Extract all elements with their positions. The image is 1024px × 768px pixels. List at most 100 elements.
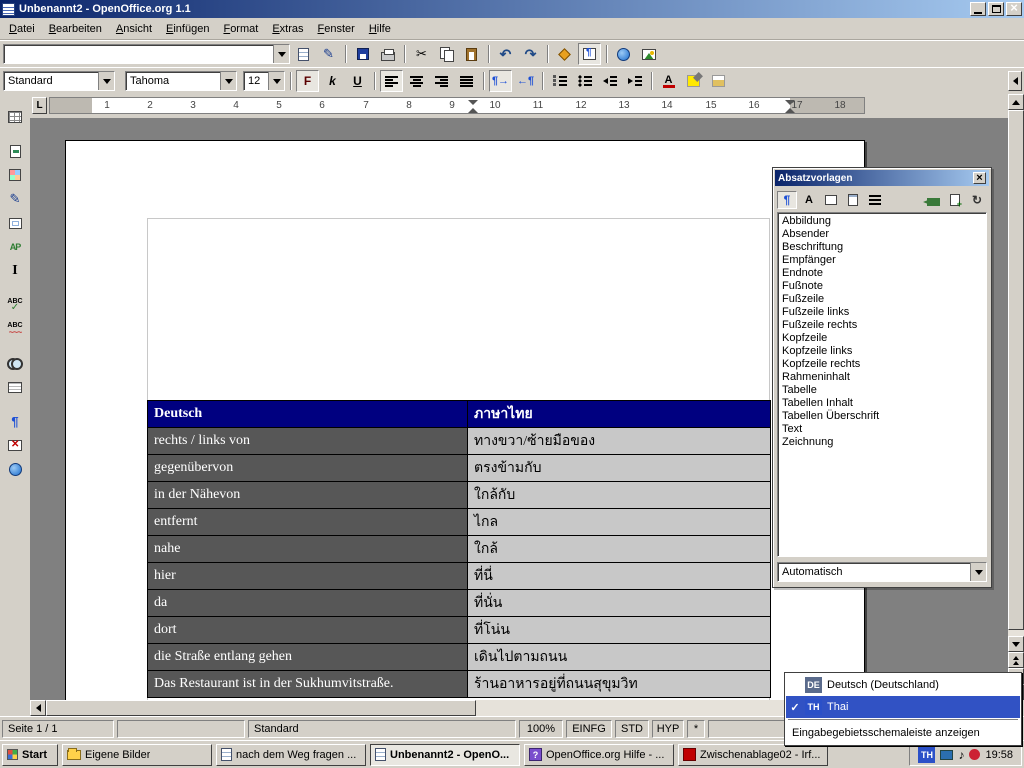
cell-de[interactable]: rechts / links von (148, 428, 468, 455)
font-name-combo[interactable]: Tahoma (125, 71, 237, 91)
graphics-on-off-button[interactable] (4, 434, 27, 456)
minimize-button[interactable] (970, 2, 986, 16)
table-row[interactable]: daที่นั่น (148, 590, 771, 617)
tab-type-button[interactable] (32, 97, 47, 114)
undo-button[interactable] (494, 43, 517, 65)
fill-format-button[interactable] (923, 191, 943, 209)
align-center-button[interactable] (405, 70, 428, 92)
right-to-left-button[interactable] (514, 70, 537, 92)
style-item[interactable]: Rahmeninhalt (779, 371, 985, 384)
url-combo-arrow[interactable] (273, 45, 289, 63)
paragraph-style-combo[interactable]: Standard (3, 71, 115, 91)
insert-fields-button[interactable] (4, 140, 27, 162)
table-row[interactable]: die Straße entlang gehenเดินไปตามถนน (148, 644, 771, 671)
start-button[interactable]: Start (2, 744, 58, 766)
stylist-titlebar[interactable]: Absatzvorlagen (775, 170, 989, 186)
cell-th[interactable]: ร้านอาหารอยู่ที่ถนนสุขุมวิท (468, 671, 771, 698)
align-right-button[interactable] (430, 70, 453, 92)
cell-th[interactable]: ทางขวา/ซ้ายมือของ (468, 428, 771, 455)
display-tray-icon[interactable] (940, 750, 953, 760)
menu-ansicht[interactable]: Ansicht (109, 20, 159, 38)
align-justify-button[interactable] (455, 70, 478, 92)
paragraph-styles-button[interactable] (777, 191, 797, 209)
taskbar-button-zwischenablage[interactable]: Zwischenablage02 - Irf... (678, 744, 828, 766)
status-selection-mode[interactable]: STD (615, 720, 649, 738)
style-item[interactable]: Beschriftung (779, 241, 985, 254)
cell-de[interactable]: da (148, 590, 468, 617)
page-styles-button[interactable] (843, 191, 863, 209)
spellcheck-button[interactable] (4, 294, 27, 316)
new-style-button[interactable] (945, 191, 965, 209)
font-name-arrow[interactable] (220, 72, 236, 90)
style-item[interactable]: Zeichnung (779, 436, 985, 449)
language-item-th[interactable]: TH Thai (786, 696, 1020, 718)
table-row[interactable]: naheใกล้ (148, 536, 771, 563)
taskbar-button-weg-fragen[interactable]: nach dem Weg fragen ... (216, 744, 366, 766)
menu-bearbeiten[interactable]: Bearbeiten (42, 20, 109, 38)
cell-de[interactable]: Das Restaurant ist in der Sukhumvitstraß… (148, 671, 468, 698)
language-indicator[interactable]: TH (918, 747, 935, 763)
scroll-left-button[interactable] (30, 700, 46, 716)
bold-button[interactable]: F (296, 70, 319, 92)
style-filter-combo[interactable]: Automatisch (777, 562, 987, 582)
menu-fenster[interactable]: Fenster (311, 20, 362, 38)
paragraph-style-value[interactable]: Standard (4, 75, 98, 87)
form-functions-button[interactable] (4, 212, 27, 234)
vertical-scrollbar[interactable] (1008, 94, 1024, 716)
save-button[interactable] (351, 43, 374, 65)
highlighting-button[interactable] (682, 70, 705, 92)
taskbar-button-eigene-bilder[interactable]: Eigene Bilder (62, 744, 212, 766)
style-item[interactable]: Tabelle (779, 384, 985, 397)
table-row[interactable]: in der Nähevonใกล้กับ (148, 482, 771, 509)
insert-table-button[interactable] (4, 106, 27, 128)
close-button[interactable] (1006, 2, 1022, 16)
horizontal-scroll-thumb[interactable] (46, 700, 476, 716)
taskbar-button-hilfe[interactable]: OpenOffice.org Hilfe - ... (524, 744, 674, 766)
table-row[interactable]: Das Restaurant ist in der Sukhumvitstraß… (148, 671, 771, 698)
frame-styles-button[interactable] (821, 191, 841, 209)
find-replace-button[interactable] (4, 352, 27, 374)
font-size-combo[interactable]: 12 (243, 71, 285, 91)
cell-th[interactable]: เดินไปตามถนน (468, 644, 771, 671)
stylist-close-button[interactable] (973, 172, 986, 184)
increase-indent-button[interactable] (623, 70, 646, 92)
style-item[interactable]: Tabellen Inhalt (779, 397, 985, 410)
cell-de[interactable]: in der Nähevon (148, 482, 468, 509)
cell-de[interactable]: nahe (148, 536, 468, 563)
cell-de[interactable]: hier (148, 563, 468, 590)
insert-object-button[interactable] (4, 164, 27, 186)
table-header-row[interactable]: Deutsch ภาษาไทย (148, 401, 771, 428)
indent-marker[interactable] (785, 100, 795, 113)
cell-th[interactable]: ที่นั่น (468, 590, 771, 617)
stylist-button[interactable] (578, 43, 601, 65)
style-item[interactable]: Fußzeile (779, 293, 985, 306)
online-layout-button[interactable] (4, 458, 27, 480)
scroll-up-button[interactable] (1008, 94, 1024, 110)
status-hyperlink-mode[interactable]: HYP (652, 720, 684, 738)
language-menu-footer-item[interactable]: Eingabegebietsschemaleiste anzeigen (786, 722, 1020, 744)
print-button[interactable] (376, 43, 399, 65)
nonprinting-characters-button[interactable] (4, 410, 27, 432)
table-row[interactable]: entferntไกล (148, 509, 771, 536)
toolbar-overflow-button[interactable] (1008, 71, 1022, 91)
language-menu[interactable]: DE Deutsch (Deutschland) TH Thai Eingabe… (784, 672, 1022, 746)
table-row[interactable]: hierที่นี่ (148, 563, 771, 590)
gallery-button[interactable] (637, 43, 660, 65)
horizontal-ruler[interactable]: 1 2 3 4 5 6 7 8 9 10 11 12 13 14 15 16 1… (49, 97, 865, 114)
style-item[interactable]: Absender (779, 228, 985, 241)
previous-page-button[interactable] (1008, 652, 1024, 668)
cell-de[interactable]: gegenübervon (148, 455, 468, 482)
menu-format[interactable]: Format (216, 20, 265, 38)
data-sources-button[interactable] (4, 376, 27, 398)
hyperlink-button[interactable] (612, 43, 635, 65)
draw-functions-button[interactable] (4, 188, 27, 210)
document-page[interactable]: Deutsch ภาษาไทย rechts / links vonทางขวา… (65, 140, 865, 700)
style-list[interactable]: Abbildung Absender Beschriftung Empfänge… (777, 212, 987, 557)
vertical-scroll-track[interactable] (1008, 110, 1024, 636)
table-row[interactable]: rechts / links vonทางขวา/ซ้ายมือของ (148, 428, 771, 455)
font-size-value[interactable]: 12 (244, 75, 268, 87)
direct-cursor-button[interactable] (4, 260, 27, 282)
update-style-button[interactable] (967, 191, 987, 209)
cell-de[interactable]: dort (148, 617, 468, 644)
cell-th[interactable]: ไกล (468, 509, 771, 536)
